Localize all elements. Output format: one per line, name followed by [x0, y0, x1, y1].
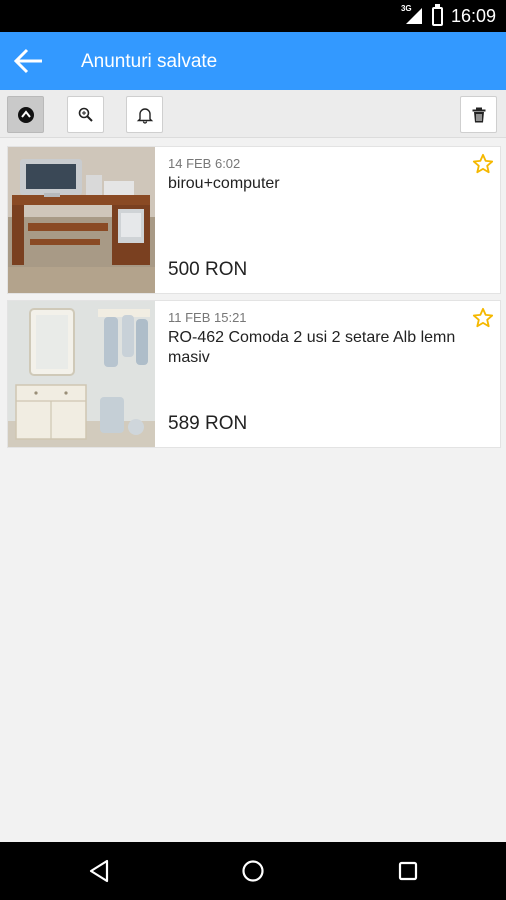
- search-button[interactable]: [67, 96, 104, 133]
- listing-card[interactable]: 11 FEB 15:21 RO-462 Comoda 2 usi 2 setar…: [7, 300, 501, 448]
- nav-back-button[interactable]: [83, 855, 115, 887]
- listing-card[interactable]: 14 FEB 6:02 birou+computer 500 RON: [7, 146, 501, 294]
- listing-title: RO-462 Comoda 2 usi 2 setare Alb lemn ma…: [168, 329, 456, 366]
- listing-date: 11 FEB 15:21: [168, 310, 247, 325]
- system-nav-bar: [0, 842, 506, 900]
- page-title: Anunturi salvate: [81, 51, 218, 72]
- sort-button[interactable]: [7, 96, 44, 133]
- saved-listings: 14 FEB 6:02 birou+computer 500 RON 11 FE…: [7, 146, 501, 454]
- favorite-star-icon[interactable]: [472, 153, 494, 175]
- circle-home-icon: [242, 860, 264, 882]
- notifications-button[interactable]: [126, 96, 163, 133]
- search-icon: [78, 107, 93, 122]
- delete-button[interactable]: [460, 96, 497, 133]
- battery-icon: [431, 3, 443, 26]
- listing-title: birou+computer: [168, 175, 280, 192]
- triangle-back-icon: [89, 859, 109, 883]
- signal-icon: 3G: [401, 4, 424, 26]
- status-bar: 3G 16:09: [0, 0, 506, 32]
- bell-icon: [136, 107, 153, 124]
- listing-photo: [8, 147, 155, 293]
- listing-price: 500 RON: [168, 259, 248, 280]
- sort-up-icon: [17, 106, 34, 123]
- toolbar: [0, 90, 506, 138]
- back-button[interactable]: [12, 45, 46, 77]
- nav-recents-button[interactable]: [392, 855, 424, 887]
- square-recents-icon: [398, 861, 418, 881]
- favorite-star-icon[interactable]: [472, 307, 494, 329]
- app-bar: Anunturi salvate: [0, 32, 506, 90]
- status-time: 16:09: [450, 5, 496, 26]
- listing-photo: [8, 301, 155, 447]
- trash-icon: [472, 107, 485, 122]
- nav-home-button[interactable]: [237, 855, 269, 887]
- listing-price: 589 RON: [168, 413, 248, 434]
- arrow-left-icon: [13, 48, 42, 74]
- listing-date: 14 FEB 6:02: [168, 156, 241, 171]
